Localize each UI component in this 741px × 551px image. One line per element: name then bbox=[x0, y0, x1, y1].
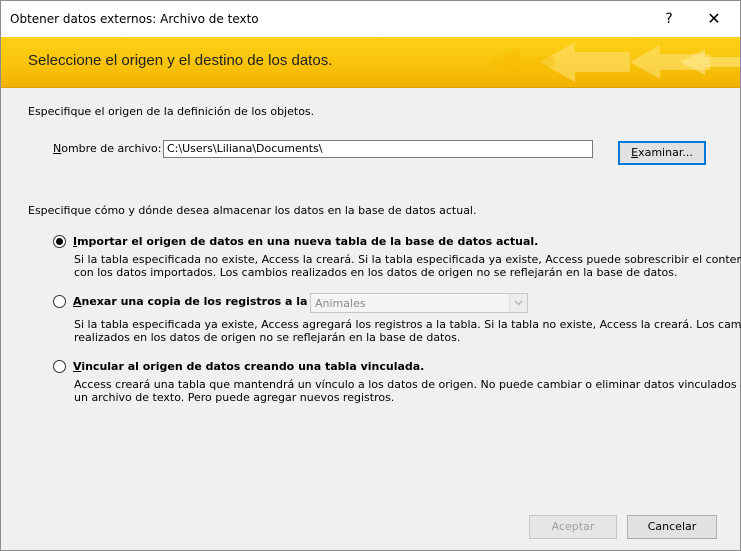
link-option-desc-line2: un archivo de texto. Pero puede agregar … bbox=[74, 391, 395, 404]
import-text-dialog: Obtener datos externos: Archivo de texto… bbox=[0, 0, 741, 551]
import-option-text: mportar el origen de datos en una nueva … bbox=[77, 235, 539, 248]
append-option-accesskey: A bbox=[73, 295, 82, 308]
append-option-radio[interactable] bbox=[53, 295, 66, 308]
import-option-title[interactable]: Importar el origen de datos en una nueva… bbox=[73, 235, 538, 248]
append-table-select-value: Animales bbox=[315, 297, 366, 310]
banner-arrows-decoration bbox=[490, 42, 740, 82]
append-option-desc-line2: realizados en los datos de origen no se … bbox=[74, 331, 461, 344]
link-option-radio[interactable] bbox=[53, 360, 66, 373]
append-option-desc-line1: Si la tabla especificada ya existe, Acce… bbox=[74, 318, 741, 331]
browse-button[interactable]: Examinar... bbox=[618, 141, 706, 165]
append-option-title[interactable]: Anexar una copia de los registros a la t… bbox=[73, 295, 347, 308]
link-option-desc-line1: Access creará una tabla que mantendrá un… bbox=[74, 378, 741, 391]
link-option-title[interactable]: Vincular al origen de datos creando una … bbox=[73, 360, 424, 373]
banner-heading: Seleccione el origen y el destino de los… bbox=[28, 52, 333, 69]
source-intro: Especifique el origen de la definición d… bbox=[28, 105, 315, 118]
help-icon[interactable]: ? bbox=[661, 10, 677, 28]
import-option-radio[interactable] bbox=[53, 235, 66, 248]
import-option-desc-line2: con los datos importados. Los cambios re… bbox=[74, 266, 678, 279]
append-table-select[interactable]: Animales bbox=[310, 293, 528, 313]
filename-input[interactable] bbox=[163, 140, 593, 158]
accept-button[interactable]: Aceptar bbox=[529, 515, 617, 539]
cancel-button[interactable]: Cancelar bbox=[627, 515, 717, 539]
filename-label-text: ombre de archivo: bbox=[61, 142, 162, 155]
close-icon[interactable]: ✕ bbox=[699, 6, 729, 32]
append-option-text: nexar una copia de los registros a la ta… bbox=[81, 295, 348, 308]
filename-label-accesskey: N bbox=[53, 142, 62, 155]
link-option-text: incular al origen de datos creando una t… bbox=[81, 360, 425, 373]
header-banner: Seleccione el origen y el destino de los… bbox=[1, 37, 740, 88]
window-title: Obtener datos externos: Archivo de texto bbox=[10, 12, 259, 26]
filename-label: Nombre de archivo: bbox=[53, 142, 162, 155]
import-option-desc-line1: Si la tabla especificada no existe, Acce… bbox=[74, 253, 741, 266]
title-bar: Obtener datos externos: Archivo de texto… bbox=[1, 1, 740, 37]
destination-intro: Especifique cómo y dónde desea almacenar… bbox=[28, 204, 477, 217]
browse-label: xaminar... bbox=[638, 146, 693, 159]
chevron-down-icon[interactable] bbox=[509, 294, 527, 312]
